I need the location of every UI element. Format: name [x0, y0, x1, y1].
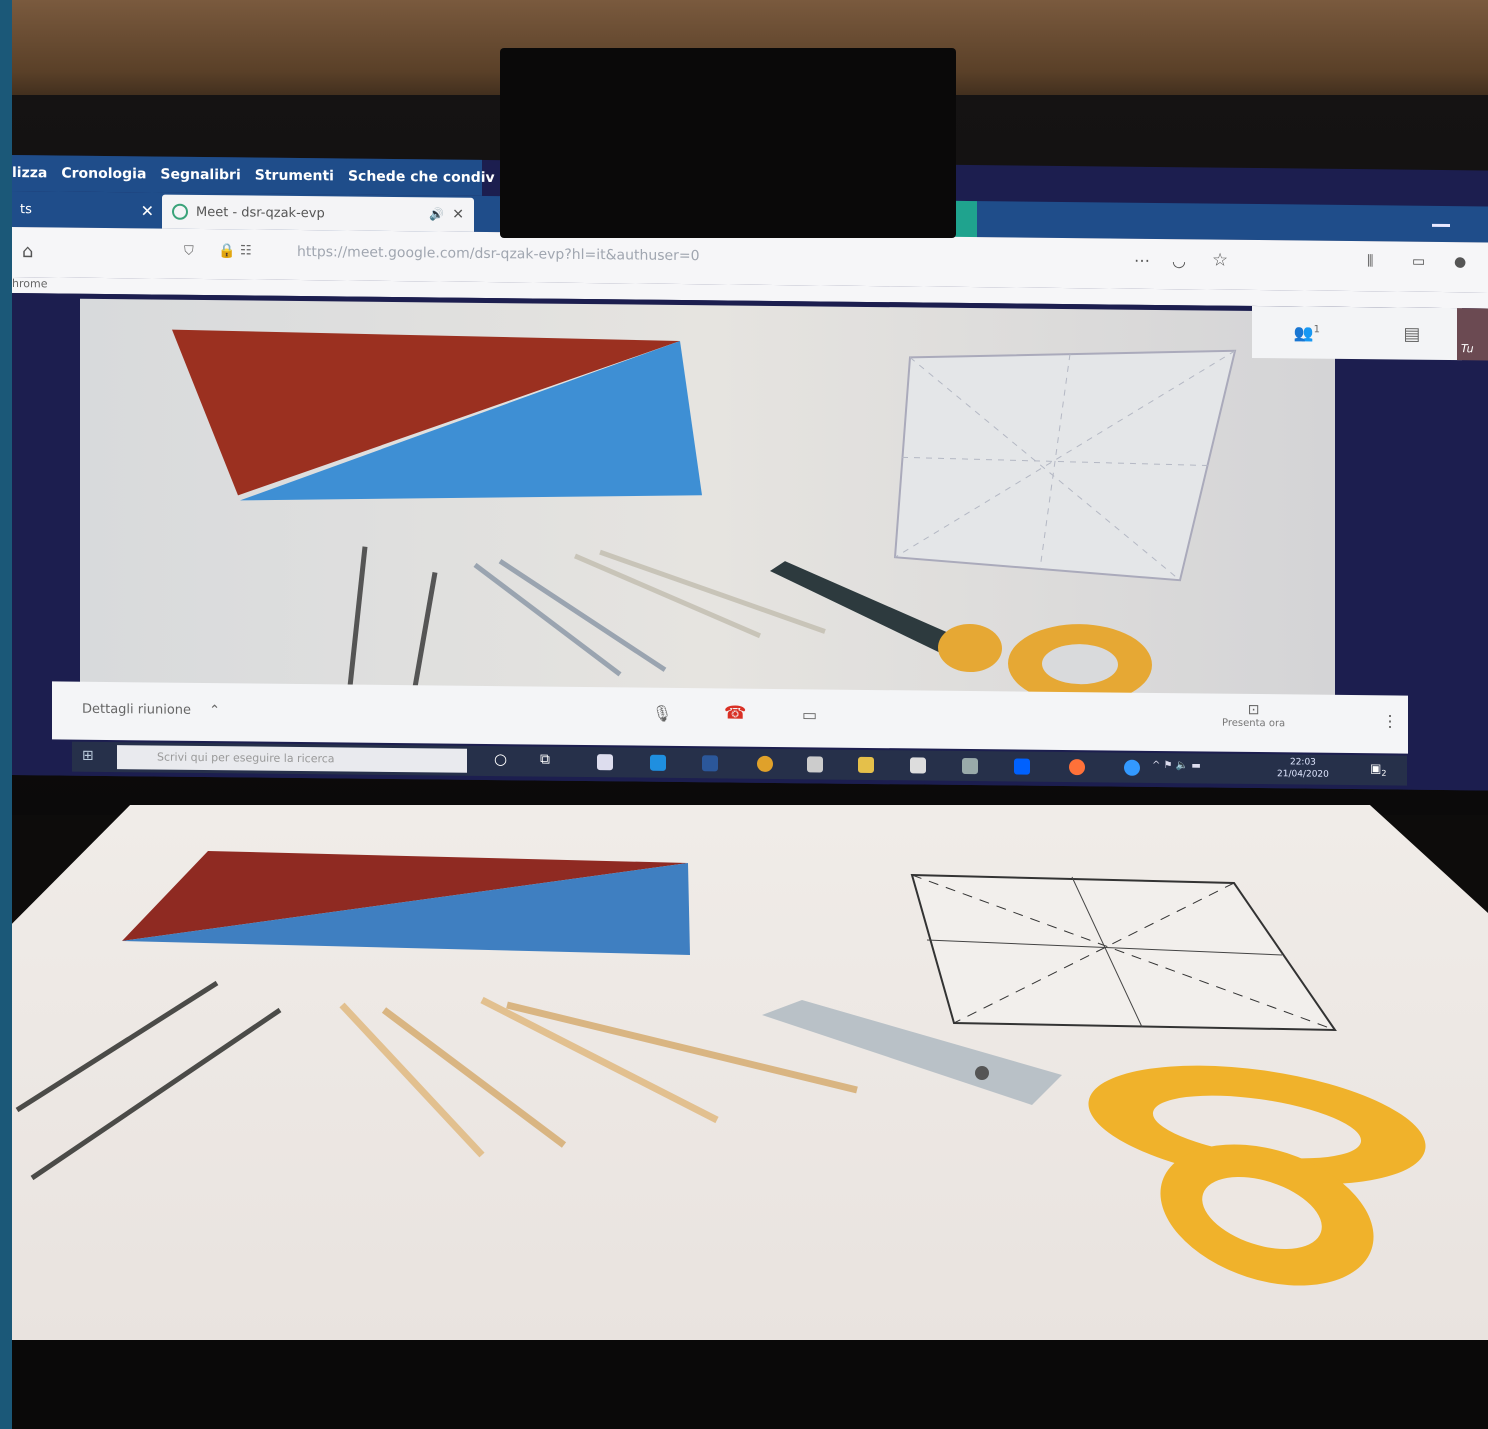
participants-count: 1	[1313, 323, 1320, 335]
menu-item-shared-tabs[interactable]: Schede che condiv	[348, 169, 495, 187]
webcam-cover	[500, 48, 956, 238]
star-icon[interactable]: ☆	[1212, 250, 1228, 271]
present-label: Presenta ora	[1222, 717, 1286, 730]
notification-icon[interactable]: ▣2	[1370, 761, 1386, 778]
more-vert-icon[interactable]: ⋮	[1382, 711, 1398, 730]
laptop-screen: lizza Cronologia Segnalibri Strumenti Sc…	[12, 155, 1488, 791]
video-scissors-blade	[770, 561, 960, 653]
dropbox-icon[interactable]	[1014, 758, 1030, 775]
meeting-details-label: Dettagli riunione	[82, 701, 192, 718]
lock-icon[interactable]: 🔒	[218, 243, 235, 259]
photo: lizza Cronologia Segnalibri Strumenti Sc…	[12, 0, 1488, 1429]
browser-menu-bar: lizza Cronologia Segnalibri Strumenti Sc…	[12, 155, 495, 196]
toothpick-dark-1	[15, 980, 219, 1113]
video-feed	[80, 298, 1335, 697]
edge-icon[interactable]	[650, 754, 666, 771]
tab-meet[interactable]: Meet - dsr-qzak-evp 🔊 ✕	[162, 194, 474, 232]
windows-start-icon[interactable]: ⊞	[82, 748, 94, 764]
minimize-icon[interactable]	[1432, 223, 1450, 228]
desk-shadow	[12, 1340, 1488, 1429]
file-explorer-icon[interactable]	[858, 756, 874, 774]
calculator-icon[interactable]	[807, 756, 823, 773]
camera-icon[interactable]: ▭	[802, 705, 817, 724]
shield-icon[interactable]: ⛉	[184, 244, 194, 259]
video-content	[172, 329, 1237, 697]
word-icon[interactable]	[702, 755, 718, 772]
toothpick-3	[480, 996, 719, 1124]
more-icon[interactable]: ⋯	[1134, 251, 1150, 270]
onedrive-icon[interactable]	[597, 754, 613, 771]
bookmark-item[interactable]: hrome	[12, 277, 47, 290]
chevron-up-icon: ⌃	[209, 703, 221, 719]
speaker-icon[interactable]: 🔊	[429, 207, 444, 221]
task-view-icon[interactable]: ⧉	[540, 752, 550, 768]
present-icon: ⊡	[1247, 701, 1260, 719]
close-icon[interactable]: ✕	[141, 201, 154, 220]
sidebar-icon[interactable]: ▭	[1412, 254, 1425, 270]
taskbar-clock[interactable]: 22:03 21/04/2020	[1277, 756, 1329, 781]
pocket-icon[interactable]: ◡	[1172, 251, 1186, 270]
tab-previous-label: ts	[20, 201, 32, 217]
firefox-icon[interactable]	[1069, 759, 1085, 776]
participants-button[interactable]: 👥1	[1294, 323, 1320, 342]
menu-item-history[interactable]: Cronologia	[61, 166, 146, 183]
self-thumbnail[interactable]: Tu	[1457, 308, 1488, 361]
account-icon[interactable]: ●	[1454, 254, 1466, 270]
library-icon[interactable]: ⫼	[1367, 253, 1373, 269]
menu-item-view[interactable]: lizza	[12, 165, 47, 181]
meeting-details-button[interactable]: Dettagli riunione ⌃	[82, 702, 220, 718]
present-now-button[interactable]: ⊡ Presenta ora	[1222, 701, 1286, 730]
permissions-icon[interactable]: ☷	[240, 243, 252, 258]
chat-icon[interactable]: ▤	[1403, 323, 1420, 344]
home-icon[interactable]: ⌂	[22, 241, 33, 262]
calendar-icon[interactable]	[910, 757, 926, 774]
menu-item-tools[interactable]: Strumenti	[255, 168, 334, 185]
meet-area: 👥1 ▤ Tu Dettagli riunione ⌃ 🎙 ☎ ▭ ⊡ Pres…	[12, 293, 1488, 791]
menu-item-bookmarks[interactable]: Segnalibri	[160, 167, 240, 184]
taskbar-search-input[interactable]: Scrivi qui per eseguire la ricerca	[117, 745, 467, 773]
clock-time: 22:03	[1289, 757, 1316, 768]
microphone-icon[interactable]: 🎙	[652, 704, 672, 723]
scissors-pivot	[975, 1066, 989, 1080]
self-label: Tu	[1461, 342, 1474, 356]
tab-previous[interactable]: ts ✕	[12, 191, 162, 229]
clock-date: 21/04/2020	[1277, 769, 1329, 780]
notification-count: 2	[1381, 768, 1387, 778]
meet-side-panel: 👥1 ▤	[1252, 305, 1462, 361]
system-tray-icons[interactable]: ^ ⚑ 🔈 ▬	[1152, 760, 1201, 772]
desk-objects	[15, 851, 1426, 1286]
close-icon[interactable]: ✕	[452, 207, 464, 223]
meet-favicon-icon	[172, 203, 188, 220]
tab-meet-title: Meet - dsr-qzak-evp	[196, 204, 325, 221]
cortana-icon[interactable]: ○	[494, 750, 507, 768]
search-placeholder: Scrivi qui per eseguire la ricerca	[157, 750, 335, 766]
app-icon[interactable]	[962, 757, 978, 775]
status-icon[interactable]	[1124, 759, 1140, 776]
chrome-icon[interactable]	[757, 755, 773, 772]
toothpick-dark-2	[30, 1007, 282, 1181]
hang-up-icon[interactable]: ☎	[724, 702, 746, 723]
url-field[interactable]: https://meet.google.com/dsr-qzak-evp?hl=…	[297, 244, 700, 264]
